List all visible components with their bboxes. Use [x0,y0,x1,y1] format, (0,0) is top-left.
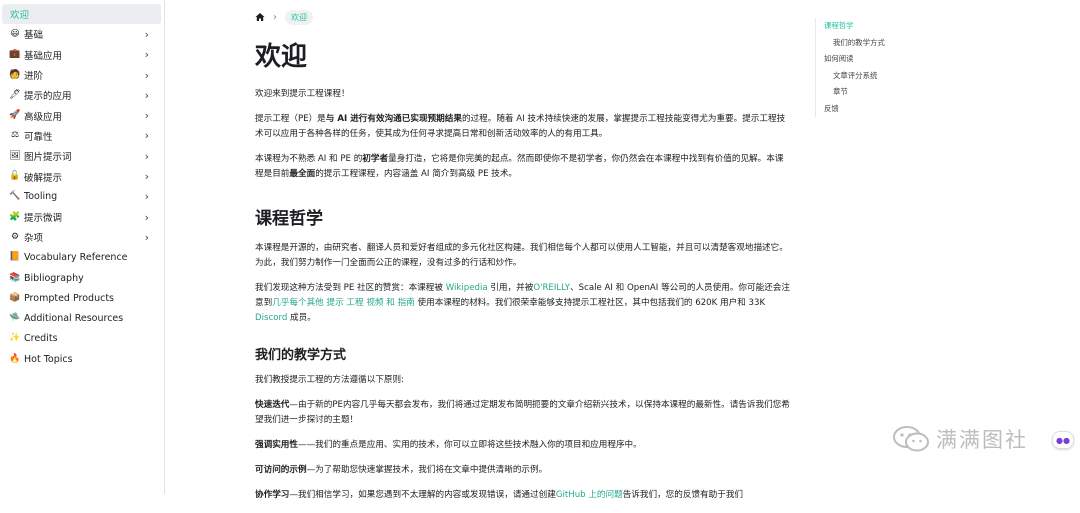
chevron-right-icon[interactable]: › [145,129,149,142]
paragraph-open-source: 本课程是开源的，由研究者、翻译人员和爱好者组成的多元化社区构建。我们相信每个人都… [255,243,788,268]
sidebar-item-prompt-tuning[interactable]: 🧩 提示微调 › [2,207,161,227]
sidebar-item-label: Vocabulary Reference [24,252,128,264]
sidebar-item-label: 基础应用 [24,50,63,62]
chevron-right-icon[interactable]: › [145,190,149,203]
sidebar-item-label: 基础 [24,30,44,42]
sidebar-item-label: Bibliography [24,272,84,284]
rocket-icon: 🚀 [9,110,21,121]
sidebar-item-label: 高级应用 [24,111,63,123]
sidebar-item-hot-topics[interactable]: 🔥 Hot Topics [2,349,161,369]
discord-link[interactable]: Discord [255,313,287,323]
sidebar-item-reliability[interactable]: ⚖ 可靠性 › [2,126,161,146]
sidebar-item-basics[interactable]: 😃 基础 › [2,24,161,44]
paragraph-principles: 我们教授提示工程的方法遵循以下原则: [255,375,404,385]
scales-icon: ⚖ [10,130,20,141]
sidebar-item-bibliography[interactable]: 📚 Bibliography [2,268,161,288]
sidebar-item-label: 欢迎 [10,10,30,22]
github-issue-link[interactable]: GitHub 上的问题 [556,490,623,500]
toc-item-how-to-read[interactable]: 如何阅读 [824,51,974,68]
chevron-right-icon[interactable]: › [145,150,149,163]
sidebar-item-prompt-apps[interactable]: 🖊 提示的应用 › [2,85,161,105]
ship-icon: 🛸 [9,313,21,324]
pen-icon: 🖊 [9,89,21,100]
briefcase-icon: 💼 [9,49,21,60]
sidebar-item-advanced-apps[interactable]: 🚀 高级应用 › [2,105,161,125]
toc-item-teaching[interactable]: 我们的教学方式 [824,35,974,52]
chevron-right-icon[interactable]: › [145,211,149,224]
books-icon: 📚 [9,272,21,283]
smiley-icon: 😃 [10,28,20,39]
sidebar-item-label: Prompted Products [24,292,114,304]
table-of-contents: 课程哲学 我们的教学方式 如何阅读 文章评分系统 章节 反馈 [815,18,974,117]
picture-icon: 🖼 [9,150,21,161]
sidebar-item-label: Additional Resources [24,313,124,325]
paragraph-recognition: 我们发现这种方法受到 PE 社区的赞赏：本课程被 Wikipedia 引用，并被… [255,283,790,323]
sidebar-item-tooling[interactable]: 🔨 Tooling › [2,187,161,207]
sidebar-item-label: 可靠性 [24,131,53,143]
sidebar-item-misc[interactable]: ⚙ 杂项 › [2,227,161,247]
sidebar-item-label: 杂项 [24,233,44,245]
book-icon: 📙 [9,252,21,263]
paragraph-practical: 强调实用性——我们的重点是应用、实用的技术，你可以立即将这些技术融入你的项目和应… [255,440,642,450]
sidebar-item-label: 提示微调 [24,213,63,225]
paragraph-pe-definition: 提示工程（PE）是与 AI 进行有效沟通已实现预期结果的过程。随着 AI 技术持… [255,114,786,139]
paragraph-audience: 本课程为不熟悉 AI 和 PE 的初学者量身打造，它将是你完美的起点。然而即使你… [255,154,784,179]
fire-icon: 🔥 [9,353,21,364]
unlock-icon: 🔓 [9,171,21,182]
puzzle-icon: 🧩 [9,211,21,222]
sidebar-item-prompt-hacking[interactable]: 🔓 破解提示 › [2,166,161,186]
wechat-logo-icon [893,426,929,452]
sidebar-item-image-prompting[interactable]: 🖼 图片提示词 › [2,146,161,166]
sidebar-item-credits[interactable]: ✨ Credits [2,329,161,349]
heading-teaching: 我们的教学方式 [255,348,347,363]
gear-icon: ⚙ [10,231,20,242]
sidebar-item-label: 破解提示 [24,172,63,184]
oreilly-link[interactable]: O'REILLY [533,283,570,293]
home-icon[interactable] [255,12,265,22]
technologist-icon: 🧑 [9,69,21,80]
paragraph-examples: 可访问的示例—为了帮助您快速掌握技术，我们将在文章中提供清晰的示例。 [255,465,548,475]
sidebar-item-label: 提示的应用 [24,91,72,103]
chevron-right-icon[interactable]: › [145,28,149,41]
heading-philosophy: 课程哲学 [255,209,323,229]
chat-bubble-icon[interactable]: ●● [1052,431,1074,449]
sidebar-item-label: 图片提示词 [24,152,72,164]
package-icon: 📦 [9,292,21,303]
watermark: 满满图社 [892,424,1028,454]
paragraph-fast-iteration: 快速迭代—由于新的PE内容几乎每天都会发布，我们将通过定期发布简明扼要的文章介绍… [255,400,790,425]
chevron-right-icon[interactable]: › [145,89,149,102]
chevron-right-icon[interactable]: › [145,69,149,82]
chevron-right-icon[interactable]: › [145,48,149,61]
chevron-right-icon[interactable]: › [145,231,149,244]
hammer-icon: 🔨 [9,191,21,202]
sidebar-nav: 欢迎 😃 基础 › 💼 基础应用 › 🧑 进阶 › 🖊 提示的应用 › 🚀 高级… [0,0,165,494]
toc-item-philosophy[interactable]: 课程哲学 [824,18,974,35]
watermark-text: 满满图社 [936,428,1028,452]
main-content: › 欢迎 欢迎 欢迎来到提示工程课程！ 提示工程（PE）是与 AI 进行有效沟通… [255,8,790,513]
sidebar-item-welcome[interactable]: 欢迎 [2,4,161,25]
page-title: 欢迎 [255,42,308,72]
sidebar-item-label: Hot Topics [24,353,73,365]
sidebar-item-label: Tooling [24,191,58,203]
breadcrumb-current: 欢迎 [285,9,313,25]
toc-item-feedback[interactable]: 反馈 [824,101,974,118]
toc-item-rating-system[interactable]: 文章评分系统 [824,68,974,85]
sidebar-item-prompted-products[interactable]: 📦 Prompted Products [2,288,161,308]
paragraph-collaborative: 协作学习—我们相信学习，如果您遇到不太理解的内容或发现错误，请通过创建GitHu… [255,490,744,500]
sparkle-icon: ✨ [9,333,21,344]
sidebar-item-basic-apps[interactable]: 💼 基础应用 › [2,45,161,65]
chevron-right-icon: › [273,11,277,23]
chevron-right-icon[interactable]: › [145,109,149,122]
sidebar-item-label: Credits [24,333,58,345]
intro-paragraph: 欢迎来到提示工程课程！ [255,89,350,99]
breadcrumb: › 欢迎 [255,8,790,26]
toc-item-chapters[interactable]: 章节 [824,84,974,101]
sidebar-item-label: 进阶 [24,71,44,83]
wikipedia-link[interactable]: Wikipedia [446,283,488,293]
other-resources-link[interactable]: 几乎每个其他 提示 工程 视频 和 指南 [272,298,415,308]
chevron-right-icon[interactable]: › [145,170,149,183]
sidebar-item-vocabulary[interactable]: 📙 Vocabulary Reference [2,248,161,268]
sidebar-item-intermediate[interactable]: 🧑 进阶 › [2,65,161,85]
sidebar-item-additional-resources[interactable]: 🛸 Additional Resources [2,308,161,328]
